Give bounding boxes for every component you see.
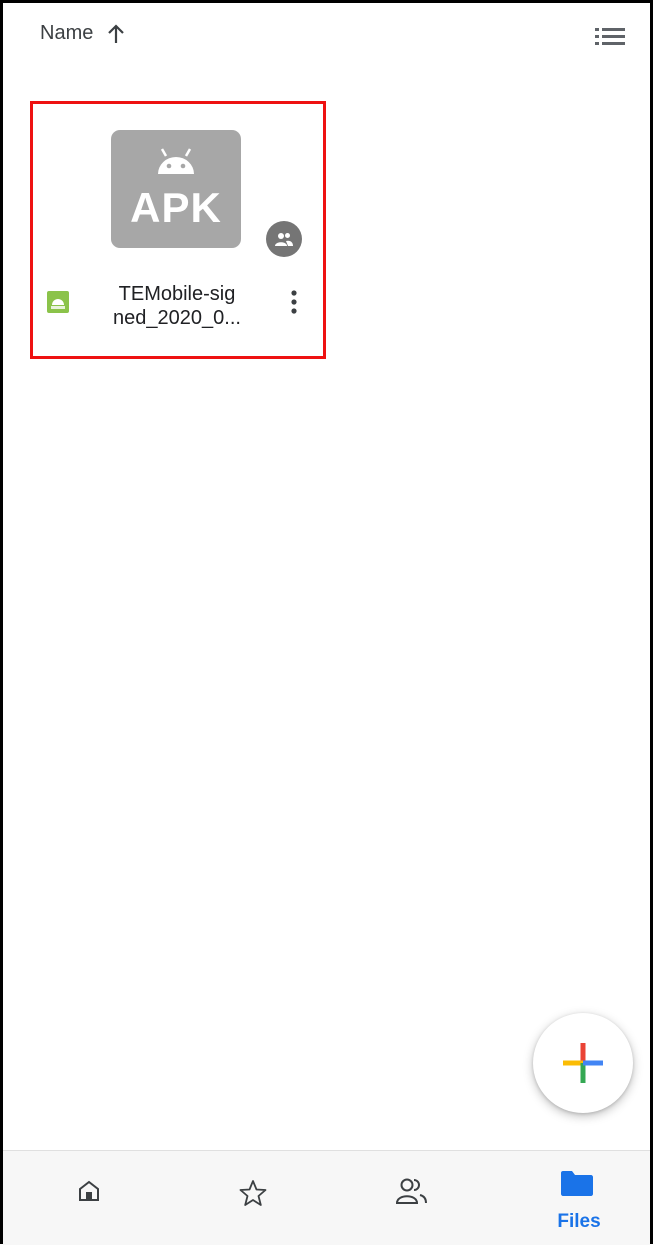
shared-badge-icon <box>266 221 302 257</box>
list-view-icon[interactable] <box>593 24 627 50</box>
plus-icon <box>563 1043 603 1083</box>
nav-files[interactable]: Files <box>493 1151 653 1245</box>
file-name-line-2: ned_2020_0... <box>113 307 241 329</box>
sort-label: Name <box>40 22 94 44</box>
apk-type-icon <box>47 291 69 313</box>
file-thumbnail[interactable]: APK <box>111 130 241 248</box>
nav-home[interactable] <box>13 1151 173 1245</box>
star-icon <box>239 1180 267 1206</box>
folder-icon <box>561 1171 593 1196</box>
more-options-icon[interactable] <box>287 288 301 320</box>
nav-shared[interactable] <box>333 1151 493 1245</box>
nav-starred[interactable] <box>173 1151 333 1245</box>
new-button[interactable] <box>533 1013 633 1113</box>
file-name[interactable]: TEMobile-sig ned_2020_0... <box>92 282 262 330</box>
sort-control[interactable]: Name <box>40 22 125 45</box>
nav-files-label: Files <box>557 1211 601 1232</box>
home-icon <box>79 1180 99 1201</box>
shared-icon <box>395 1178 427 1204</box>
arrow-up-icon <box>107 23 125 45</box>
android-icon <box>158 148 194 174</box>
bottom-navigation: Files <box>3 1150 650 1245</box>
file-name-line-1: TEMobile-sig <box>118 283 236 305</box>
thumbnail-label: APK <box>130 184 222 231</box>
